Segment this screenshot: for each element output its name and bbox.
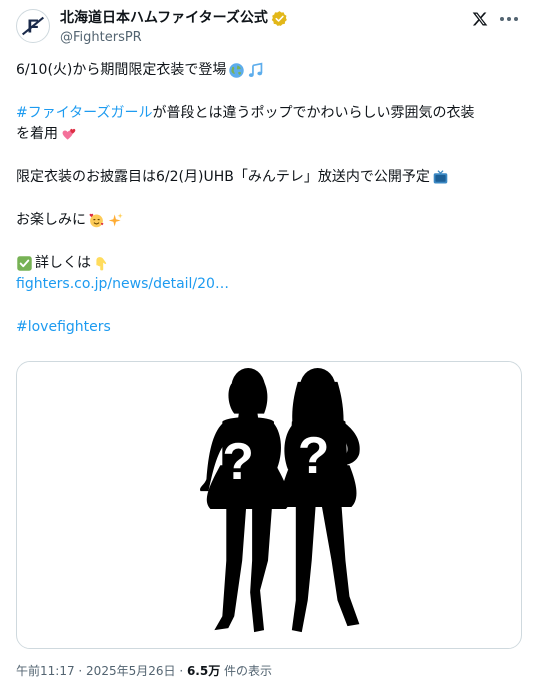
header-actions	[472, 11, 520, 27]
sparkles-emoji-icon	[107, 212, 124, 229]
hashtag-fighters-girl-link[interactable]: #ファイターズガール	[16, 103, 152, 124]
text-line-4: 限定衣装のお披露目は6/2(月)UHB「みんテレ」放送内で公開予定	[16, 167, 522, 188]
text-line-5: お楽しみに	[16, 210, 522, 231]
silhouette-image: ? ?	[17, 362, 521, 648]
x-logo-icon[interactable]	[472, 11, 488, 27]
two-hearts-emoji-icon	[60, 126, 77, 143]
author-block: 北海道日本ハムファイターズ公式 @FightersPR	[60, 8, 288, 47]
music-notes-emoji-icon	[247, 62, 264, 79]
tweet-line-5: お楽しみに	[16, 212, 86, 228]
views-label: 件の表示	[220, 664, 273, 678]
author-handle[interactable]: @FightersPR	[60, 29, 288, 47]
text-line-2: #ファイターズガール が普段とは違うポップでかわいらしい雰囲気の衣装	[16, 103, 522, 124]
tweet-line-4: 限定衣装のお披露目は6/2(月)UHB「みんテレ」放送内で公開予定	[16, 169, 430, 185]
more-options-icon[interactable]	[498, 16, 520, 22]
fighters-logo-icon: F	[17, 10, 49, 42]
meta-separator-2: ·	[175, 664, 187, 678]
text-line-3: を着用	[16, 124, 522, 145]
author-display-name[interactable]: 北海道日本ハムファイターズ公式	[60, 8, 268, 28]
smiling-face-with-hearts-emoji-icon	[88, 212, 105, 229]
globe-emoji-icon	[228, 62, 245, 79]
tweet-line-6: 詳しくは	[35, 255, 91, 271]
news-url-link[interactable]: fighters.co.jp/news/detail/20…	[16, 274, 229, 295]
right-question-mark: ?	[298, 426, 330, 484]
check-mark-button-emoji-icon	[16, 255, 33, 272]
tweet-meta: 午前11:17 · 2025年5月26日 · 6.5万 件の表示	[16, 663, 272, 679]
text-line-6: 詳しくは	[16, 253, 522, 274]
meta-separator: ·	[74, 664, 87, 678]
tweet-date[interactable]: 2025年5月26日	[86, 664, 175, 678]
views-count: 6.5万	[186, 664, 221, 678]
text-line-7: fighters.co.jp/news/detail/20…	[16, 274, 522, 295]
left-question-mark: ?	[222, 432, 254, 490]
tweet-text: 6/10(火)から期間限定衣装で登場 #ファイターズガール が普段とは違うポップ…	[16, 60, 522, 338]
text-line-8: #lovefighters	[16, 317, 522, 338]
tweet-line-1: 6/10(火)から期間限定衣装で登場	[16, 62, 227, 78]
author-avatar[interactable]: F	[16, 9, 50, 43]
tweet-line-2: が普段とは違うポップでかわいらしい雰囲気の衣装	[152, 105, 475, 121]
hashtag-lovefighters-link[interactable]: #lovefighters	[16, 317, 111, 338]
name-row: 北海道日本ハムファイターズ公式	[60, 8, 288, 28]
verified-badge-icon[interactable]	[271, 10, 288, 27]
television-emoji-icon	[432, 169, 449, 186]
tweet-card: F 北海道日本ハムファイターズ公式 @FightersPR 6/10(火)から	[0, 0, 538, 688]
tweet-time[interactable]: 午前11:17	[16, 664, 75, 678]
tweet-media-image[interactable]: ? ?	[16, 361, 522, 649]
pointing-down-emoji-icon	[93, 255, 110, 272]
text-line-1: 6/10(火)から期間限定衣装で登場	[16, 60, 522, 81]
tweet-line-3: を着用	[16, 126, 58, 142]
